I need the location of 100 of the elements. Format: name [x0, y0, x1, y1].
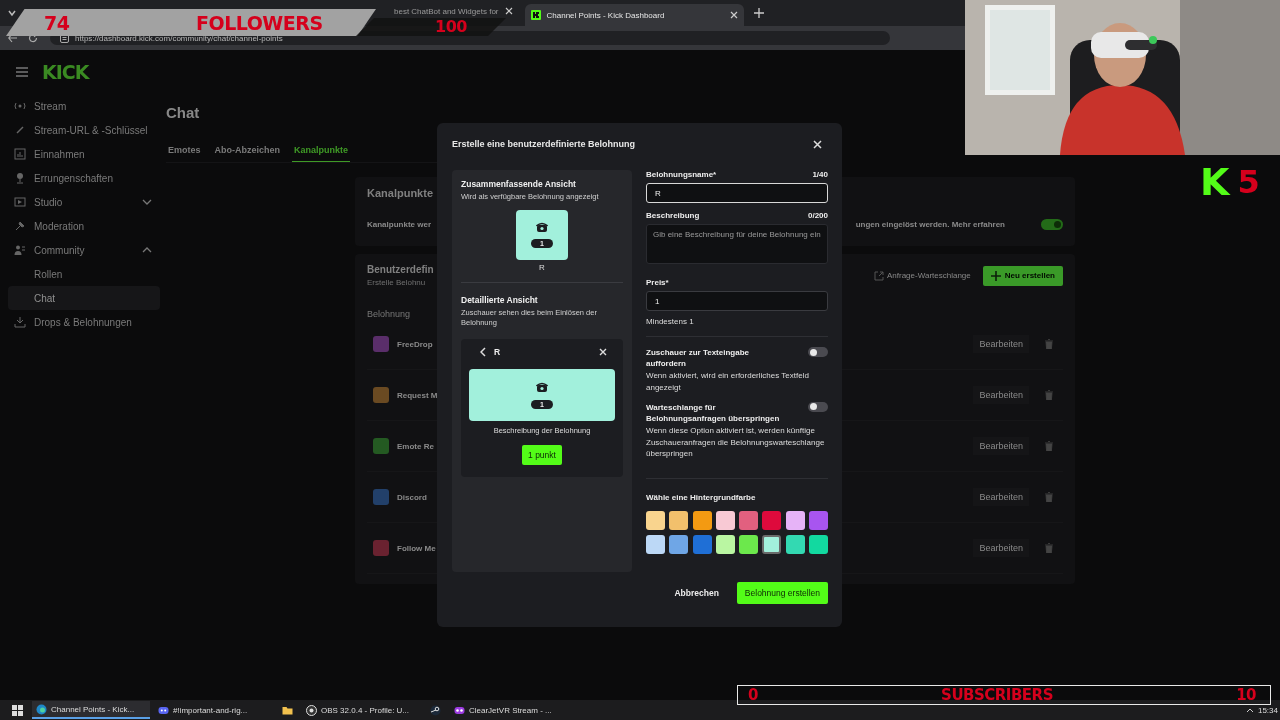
field-label: Belohnungsname* [646, 170, 717, 179]
color-swatch[interactable] [809, 534, 829, 554]
subscriber-count: 0 [748, 686, 758, 704]
url-text: https://dashboard.kick.com/community/chat/channel-points [75, 33, 283, 43]
follower-count: 74 [44, 11, 71, 34]
page-tab[interactable]: Emotes [166, 141, 203, 162]
chat-app-icon [158, 704, 169, 716]
card-subtitle: Erstelle Belohnu [367, 278, 426, 287]
color-swatch[interactable] [785, 534, 805, 554]
color-swatch[interactable] [785, 510, 805, 530]
price-field[interactable]: 1 [646, 291, 828, 311]
color-swatch[interactable] [762, 510, 782, 530]
option-description: Wenn aktiviert, wird ein erforderliches Textfeld angezeigt [646, 370, 810, 394]
field-label: Preis* [646, 278, 669, 287]
color-swatch[interactable] [715, 510, 735, 530]
browser-tab[interactable]: Channel Points - Kick Dashboard [524, 4, 745, 26]
sidebar-item[interactable]: Studio [8, 190, 160, 214]
color-swatch[interactable] [715, 534, 735, 554]
folder-icon [281, 704, 293, 716]
preview-title: Zusammenfassende Ansicht [461, 179, 577, 189]
sidebar-item[interactable]: Stream [8, 94, 160, 118]
kick-favicon-icon [530, 10, 541, 20]
close-icon[interactable] [813, 139, 822, 149]
option-title: Zuschauer zur Texteingabe auffordern [646, 347, 750, 370]
toggle-switch[interactable] [1041, 219, 1063, 230]
edit-button[interactable]: Bearbeiten [973, 488, 1029, 506]
color-swatch[interactable] [739, 534, 759, 554]
color-swatch[interactable] [692, 510, 712, 530]
color-swatch[interactable] [669, 510, 689, 530]
sidebar-item[interactable]: Drops & Belohnungen [8, 310, 160, 334]
card-title: Kanalpunkte [367, 187, 433, 199]
sidebar-item[interactable]: Community [8, 238, 160, 262]
color-swatch[interactable] [692, 534, 712, 554]
recorder-icon [306, 704, 317, 716]
edit-button[interactable]: Bearbeiten [973, 386, 1029, 404]
subscribers-label: SUBSCRIBERS [941, 686, 1053, 704]
name-field[interactable]: R [646, 183, 828, 203]
browser-tab[interactable]: best ChatBot and Widgets for [388, 1, 519, 21]
plus-icon [990, 270, 1001, 281]
edit-button[interactable]: Bearbeiten [973, 437, 1029, 455]
sidebar-icon [14, 220, 26, 232]
color-swatch[interactable] [669, 534, 689, 554]
start-icon [11, 704, 23, 716]
close-icon[interactable] [730, 11, 739, 19]
color-swatch[interactable] [646, 534, 665, 554]
tray-chevron-icon[interactable] [1245, 707, 1254, 713]
toggle-switch[interactable] [808, 347, 828, 357]
sidebar-item[interactable]: Stream-URL & -Schlüssel [8, 118, 160, 142]
queue-link[interactable]: Anfrage-Warteschlange [874, 270, 971, 281]
tab-title: Channel Points - Kick Dashboard [546, 10, 665, 20]
phone-icon [536, 221, 548, 233]
edit-button[interactable]: Bearbeiten [973, 335, 1029, 353]
sidebar-item[interactable]: Moderation [8, 214, 160, 238]
phone-icon [536, 381, 548, 393]
sidebar-item[interactable]: Errungenschaften [8, 166, 160, 190]
reward-name: Request M [397, 390, 438, 400]
color-swatch[interactable] [762, 534, 782, 554]
chevron-up-icon [142, 247, 152, 253]
create-button[interactable]: Belohnung erstellen [736, 582, 828, 604]
sidebar-icon [14, 244, 26, 256]
character-count: 0/200 [807, 211, 828, 220]
chevron-down-icon [142, 199, 152, 205]
card-text: ungen eingelöst werden. Mehr erfahren [855, 220, 1005, 229]
taskbar-item[interactable]: #!important-and-rig... [154, 701, 272, 719]
subscriber-goal: 10 [1236, 686, 1256, 704]
sidebar-item[interactable]: Einnahmen [8, 142, 160, 166]
taskbar-item[interactable]: Channel Points - Kick... [32, 701, 150, 719]
taskbar-item[interactable]: OBS 32.0.4 - Profile: U... [302, 701, 420, 719]
menu-icon[interactable] [16, 67, 28, 77]
close-icon[interactable] [599, 348, 607, 357]
edit-button[interactable]: Bearbeiten [973, 539, 1029, 557]
option-title: Warteschlange für Belohnungsanfragen überspringen [646, 401, 781, 424]
close-icon[interactable] [504, 7, 513, 15]
redeem-button[interactable]: 1 punkt [522, 445, 562, 466]
page-tab[interactable]: Kanalpunkte [292, 141, 351, 162]
sidebar-item[interactable]: Chat [8, 286, 160, 310]
field-hint: Mindestens 1 [646, 317, 695, 326]
description-field[interactable]: Gib eine Beschreibung für deine Belohnung ein [646, 224, 828, 264]
preview-title: Detaillierte Ansicht [461, 294, 539, 305]
column-header: Belohnung [367, 309, 411, 319]
page-tab[interactable]: Abo-Abzeichen [212, 141, 283, 162]
field-label: Wähle eine Hintergrundfarbe [646, 492, 757, 502]
color-swatch[interactable] [809, 510, 829, 530]
card-text: Kanalpunkte wer [367, 220, 431, 229]
character-count: 1/40 [812, 170, 828, 179]
tab-title: best ChatBot and Widgets for [394, 6, 499, 16]
new-reward-button[interactable]: Neu erstellen [982, 265, 1063, 286]
reward-name: Follow Me [397, 543, 436, 553]
reward-name: Emote Re [397, 441, 434, 451]
reward-name: FreeDrop [397, 339, 433, 349]
sidebar-item[interactable]: Rollen [8, 262, 160, 286]
cancel-button[interactable]: Abbrechen [668, 587, 725, 599]
color-swatch[interactable] [646, 510, 665, 530]
kick-logo[interactable]: KICK [42, 61, 89, 83]
toggle-switch[interactable] [808, 401, 828, 412]
color-swatch[interactable] [739, 510, 759, 530]
taskbar-item[interactable]: ClearJetVR Stream - ... [450, 701, 568, 719]
sidebar-icon [14, 316, 26, 328]
card-title: Benutzerdefin [367, 264, 434, 275]
new-tab-icon[interactable] [754, 8, 765, 18]
